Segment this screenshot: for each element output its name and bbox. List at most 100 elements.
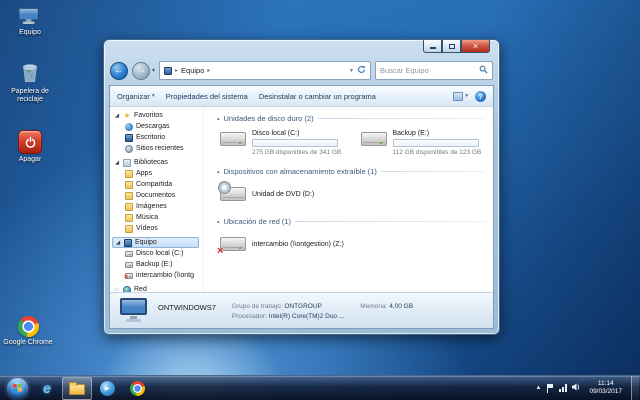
group-header-network-location[interactable]: ▴ Ubicación de red (1)	[217, 217, 485, 226]
sidebar-section-favoritos[interactable]: ◢ ★ Favoritos	[112, 110, 199, 121]
views-icon	[453, 92, 463, 101]
desktop-icon-shutdown[interactable]: Apagar	[2, 130, 58, 164]
search-box[interactable]	[375, 61, 493, 80]
libraries-icon	[123, 159, 131, 167]
network-drive-tile[interactable]: × intercambio (\\ontgestion) (Z:)	[220, 232, 410, 256]
chevron-down-icon: ▾	[465, 93, 468, 99]
address-bar[interactable]: ▸ Equipo ▸ ▾	[159, 61, 371, 80]
expand-icon[interactable]: ◢	[114, 160, 120, 166]
group-collapse-icon[interactable]: ▴	[217, 169, 220, 175]
close-button[interactable]: ×	[461, 40, 490, 53]
forward-button[interactable]: →	[132, 62, 150, 80]
group-collapse-icon[interactable]: ▴	[217, 116, 220, 122]
desktop-icon-recycle-bin[interactable]: Papelera de reciclaje	[2, 62, 58, 104]
taskbar-item-chrome[interactable]	[122, 377, 152, 400]
sidebar-item-intercambio[interactable]: intercambio (\\ontg	[112, 270, 199, 281]
folder-icon	[69, 384, 85, 395]
desktop: Equipo Papelera de reciclaje Apagar Goog…	[0, 0, 640, 400]
address-dropdown-icon[interactable]: ▾	[350, 67, 353, 74]
sidebar-section-red[interactable]: ▷ Red	[112, 284, 199, 292]
sidebar-item-apps[interactable]: Apps	[112, 168, 199, 179]
hard-drive-icon	[220, 129, 246, 149]
action-center-icon[interactable]	[546, 384, 554, 393]
dvd-drive-icon	[220, 184, 246, 204]
sidebar-item-sitios-recientes[interactable]: Sitios recientes	[112, 143, 199, 154]
expand-icon[interactable]: ◢	[114, 113, 120, 119]
network-drive-icon: ×	[220, 234, 246, 254]
taskbar-item-media-player[interactable]: ▶	[92, 377, 122, 400]
tray-expand-icon[interactable]: ▲	[536, 385, 542, 391]
network-tray-icon[interactable]	[559, 384, 567, 392]
clock-date: 09/03/2017	[589, 388, 622, 396]
command-bar: Organizar ▾ Propiedades del sistema Desi…	[110, 86, 493, 107]
downloads-icon	[125, 123, 133, 131]
help-button[interactable]: ?	[475, 91, 486, 102]
group-header-hard-drives[interactable]: ▴ Unidades de disco duro (2)	[217, 114, 485, 123]
refresh-button[interactable]	[357, 65, 366, 76]
sidebar-item-backup-e[interactable]: Backup (E:)	[112, 259, 199, 270]
memory-label: Memoria:	[360, 303, 387, 310]
windows-logo-icon	[12, 383, 23, 393]
computer-icon	[17, 7, 38, 25]
system-properties-button[interactable]: Propiedades del sistema	[166, 92, 248, 101]
drive-tile-c[interactable]: Disco local (C:) 275 GB disponibles de 3…	[220, 129, 345, 156]
desktop-icon-chrome[interactable]: Google Chrome	[0, 316, 56, 347]
drive-name: intercambio (\\ontgestion) (Z:)	[252, 241, 344, 248]
forward-icon: →	[136, 66, 146, 76]
navigation-bar: ← → ▾ ▸ Equipo ▸ ▾	[110, 58, 493, 83]
dvd-drive-tile[interactable]: Unidad de DVD (D:)	[220, 182, 352, 206]
taskbar-item-explorer[interactable]	[62, 377, 92, 400]
drive-free-space: 275 GB disponibles de 341 GB	[252, 149, 341, 156]
chevron-down-icon: ▾	[152, 93, 155, 99]
media-player-icon: ▶	[100, 381, 115, 396]
search-icon	[479, 65, 488, 76]
sidebar-item-imagenes[interactable]: Imágenes	[112, 201, 199, 212]
drive-tile-e[interactable]: Backup (E:) 112 GB disponibles de 123 GB	[361, 129, 486, 156]
sidebar-section-equipo[interactable]: ◢ Equipo	[112, 237, 199, 248]
show-desktop-button[interactable]	[631, 376, 639, 400]
sidebar-item-disco-local-c[interactable]: Disco local (C:)	[112, 248, 199, 259]
breadcrumb-item-computer[interactable]: Equipo	[181, 66, 204, 75]
history-dropdown-icon[interactable]: ▾	[152, 67, 155, 74]
sidebar-item-musica[interactable]: Música	[112, 212, 199, 223]
back-button[interactable]: ←	[110, 62, 128, 80]
chrome-icon	[18, 316, 39, 337]
group-collapse-icon[interactable]: ▴	[217, 219, 220, 225]
group-rule	[295, 221, 485, 222]
drive-free-space: 112 GB disponibles de 123 GB	[393, 149, 482, 156]
library-icon	[125, 214, 133, 222]
clock[interactable]: 11:14 09/03/2017	[586, 380, 625, 397]
taskbar: e ▶ ▲ 11:14 09/03/2017	[0, 375, 640, 400]
disk-icon	[125, 251, 133, 257]
sidebar-item-documentos[interactable]: Documentos	[112, 190, 199, 201]
minimize-button[interactable]	[423, 40, 442, 53]
sidebar-item-escritorio[interactable]: Escritorio	[112, 132, 199, 143]
sidebar-item-descargas[interactable]: Descargas	[112, 121, 199, 132]
sidebar-item-videos[interactable]: Vídeos	[112, 223, 199, 234]
main-pane: ▴ Unidades de disco duro (2) Disco local…	[204, 107, 493, 292]
network-icon	[123, 286, 131, 293]
group-rule	[381, 171, 485, 172]
window-client-area: Organizar ▾ Propiedades del sistema Desi…	[109, 85, 494, 329]
desktop-icon-label: Equipo	[19, 29, 41, 37]
volume-icon[interactable]	[572, 383, 581, 393]
expand-icon[interactable]: ◢	[115, 240, 121, 246]
workgroup-label: Grupo de trabajo:	[232, 303, 283, 310]
search-input[interactable]	[380, 66, 476, 75]
breadcrumb-computer-icon	[164, 67, 172, 75]
library-icon	[125, 170, 133, 178]
desktop-icon-computer[interactable]: Equipo	[2, 5, 58, 37]
sidebar-item-compartida[interactable]: Compartida	[112, 179, 199, 190]
group-rule	[318, 118, 485, 119]
uninstall-program-button[interactable]: Desinstalar o cambiar un programa	[259, 92, 376, 101]
organize-button[interactable]: Organizar ▾	[117, 92, 155, 101]
computer-details-icon	[119, 298, 149, 323]
start-button[interactable]	[7, 378, 28, 399]
maximize-button[interactable]	[442, 40, 461, 53]
sidebar-section-bibliotecas[interactable]: ◢ Bibliotecas	[112, 157, 199, 168]
close-icon: ×	[473, 42, 478, 51]
taskbar-item-internet-explorer[interactable]: e	[32, 377, 62, 400]
drive-name: Backup (E:)	[393, 130, 482, 137]
group-header-removable[interactable]: ▴ Dispositivos con almacenamiento extraí…	[217, 167, 485, 176]
change-view-button[interactable]: ▾	[453, 92, 468, 101]
